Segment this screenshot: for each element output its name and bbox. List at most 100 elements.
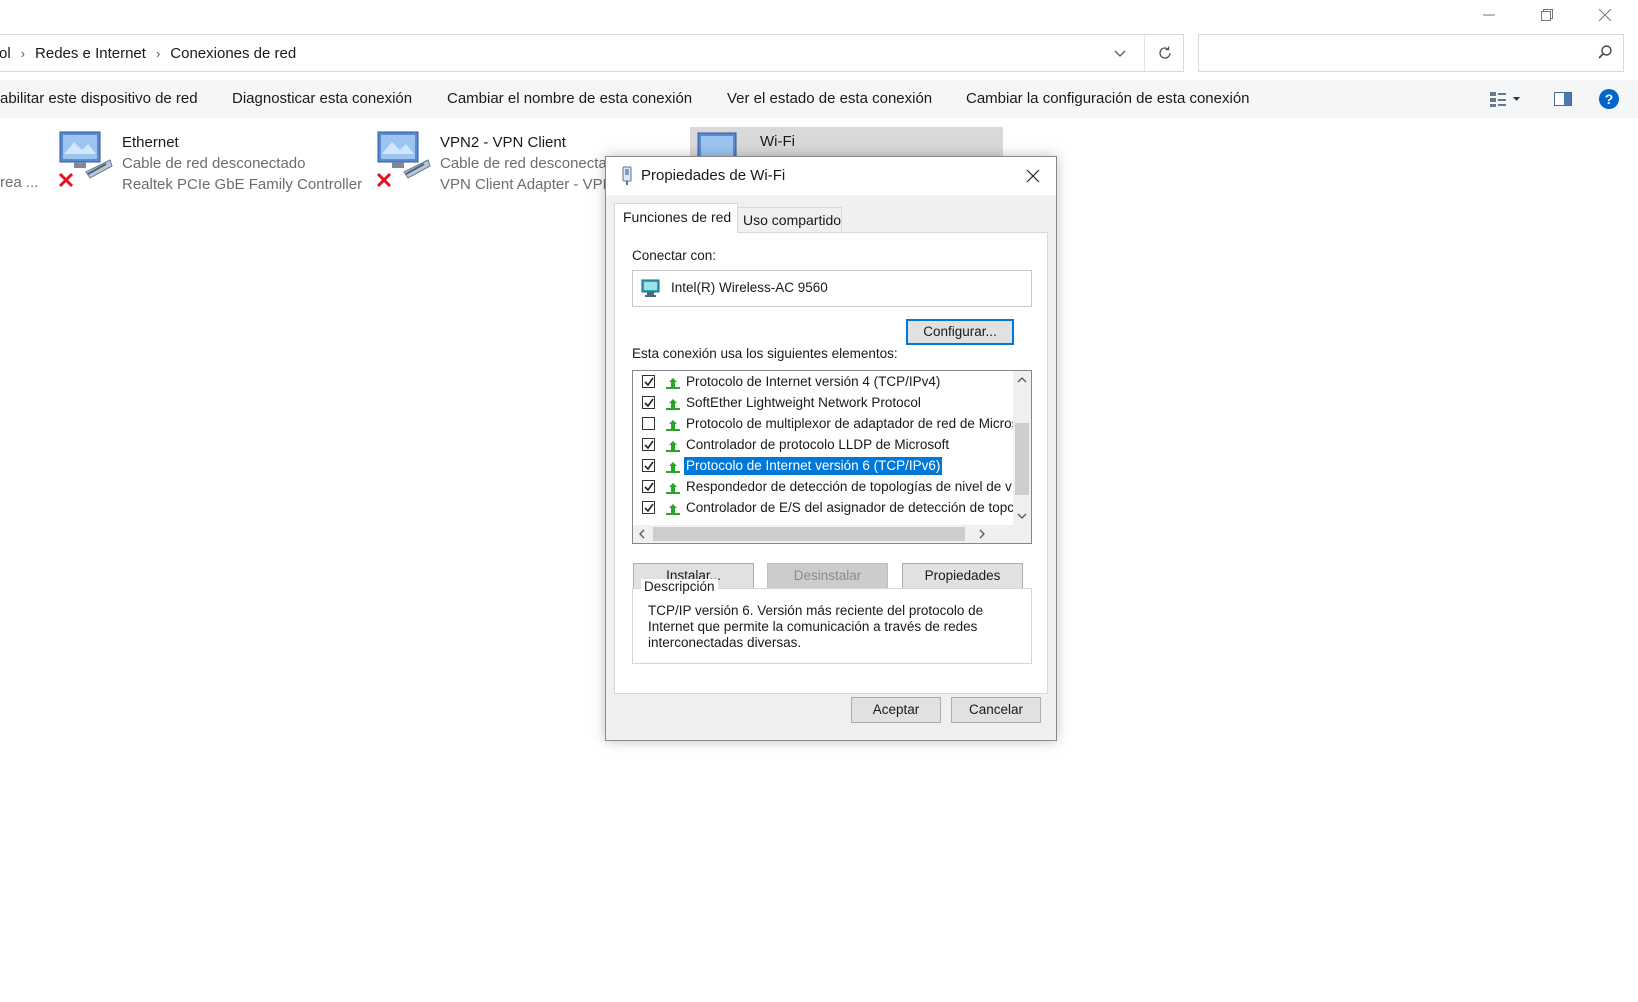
list-item[interactable]: Controlador de protocolo LLDP de Microso… bbox=[633, 435, 1013, 455]
scroll-down-button[interactable] bbox=[1013, 507, 1031, 525]
dialog-title: Propiedades de Wi-Fi bbox=[641, 167, 786, 184]
checkmark-icon bbox=[643, 482, 654, 491]
list-item[interactable]: Protocolo de multiplexor de adaptador de… bbox=[633, 414, 1018, 434]
horizontal-scrollbar[interactable] bbox=[633, 525, 1031, 543]
connection-device: VPN Client Adapter - VPN bbox=[440, 176, 614, 193]
breadcrumb-item-control-panel[interactable]: ol bbox=[0, 45, 17, 62]
list-item-label: Protocolo de Internet versión 6 (TCP/IPv… bbox=[684, 457, 943, 475]
close-window-button[interactable] bbox=[1582, 0, 1628, 30]
list-item[interactable]: SoftEther Lightweight Network Protocol bbox=[633, 393, 1013, 413]
components-list[interactable]: Protocolo de Internet versión 4 (TCP/IPv… bbox=[632, 370, 1032, 544]
svg-text:?: ? bbox=[1605, 91, 1614, 107]
list-item[interactable]: Respondedor de detección de topologías d… bbox=[633, 477, 1013, 497]
connection-status: Cable de red desconecta bbox=[440, 155, 607, 172]
item-checkbox[interactable] bbox=[642, 501, 655, 514]
breadcrumb: ol › Redes e Internet › Conexiones de re… bbox=[0, 35, 302, 71]
scroll-right-button[interactable] bbox=[973, 525, 991, 543]
breadcrumb-item-network-internet[interactable]: Redes e Internet bbox=[29, 45, 152, 62]
refresh-button[interactable] bbox=[1144, 35, 1185, 71]
connection-name: Ethernet bbox=[122, 134, 179, 151]
horizontal-scroll-thumb[interactable] bbox=[653, 527, 965, 541]
scroll-up-button[interactable] bbox=[1013, 371, 1031, 389]
item-checkbox[interactable] bbox=[642, 375, 655, 388]
chevron-right-icon[interactable]: › bbox=[17, 46, 29, 61]
list-item[interactable]: Protocolo de Internet versión 6 (TCP/IPv… bbox=[633, 456, 1013, 476]
list-item-label: Protocolo de Internet versión 4 (TCP/IPv… bbox=[686, 374, 941, 389]
checkmark-icon bbox=[643, 398, 654, 407]
list-item-label: Protocolo de multiplexor de adaptador de… bbox=[686, 416, 1019, 431]
view-options-icon bbox=[1490, 92, 1520, 107]
chevron-right-icon[interactable]: › bbox=[152, 46, 164, 61]
address-history-button[interactable] bbox=[1107, 43, 1133, 65]
disable-device-command[interactable]: abilitar este dispositivo de red bbox=[0, 80, 198, 118]
restore-button[interactable] bbox=[1524, 0, 1570, 30]
chevron-left-icon bbox=[639, 529, 645, 539]
properties-button[interactable]: Propiedades bbox=[902, 563, 1023, 589]
change-settings-command[interactable]: Cambiar la configuración de esta conexió… bbox=[966, 80, 1250, 118]
items-label: Esta conexión usa los siguientes element… bbox=[632, 346, 898, 361]
vertical-scroll-thumb[interactable] bbox=[1015, 423, 1029, 495]
connection-vpn2[interactable]: VPN2 - VPN Client Cable de red desconect… bbox=[376, 128, 613, 198]
checkmark-icon bbox=[643, 377, 654, 386]
help-button[interactable]: ? bbox=[1594, 80, 1624, 118]
wifi-properties-dialog: Propiedades de Wi-Fi Funciones de red Us… bbox=[605, 156, 1057, 741]
title-bar bbox=[0, 0, 1638, 30]
connection-name: VPN2 - VPN Client bbox=[440, 134, 566, 151]
item-checkbox[interactable] bbox=[642, 459, 655, 472]
adapter-name: Intel(R) Wireless-AC 9560 bbox=[671, 280, 828, 295]
refresh-icon bbox=[1159, 46, 1171, 59]
description-text: TCP/IP versión 6. Versión más reciente d… bbox=[648, 603, 984, 650]
connection-ethernet[interactable]: Ethernet Cable de red desconectado Realt… bbox=[58, 128, 368, 198]
connection-name: Wi-Fi bbox=[760, 133, 795, 150]
ok-button[interactable]: Aceptar bbox=[851, 697, 941, 723]
adapter-field: Intel(R) Wireless-AC 9560 bbox=[632, 270, 1032, 307]
vertical-scrollbar[interactable] bbox=[1013, 371, 1031, 525]
chevron-down-icon bbox=[1114, 50, 1126, 57]
chevron-down-icon bbox=[1017, 513, 1027, 519]
minimize-button[interactable] bbox=[1466, 0, 1512, 30]
search-icon[interactable] bbox=[1597, 44, 1613, 65]
item-checkbox[interactable] bbox=[642, 396, 655, 409]
connect-using-label: Conectar con: bbox=[632, 248, 717, 263]
list-item[interactable]: Protocolo de Internet versión 4 (TCP/IPv… bbox=[633, 372, 1013, 392]
disconnected-x-icon bbox=[58, 172, 74, 188]
preview-pane-icon bbox=[1554, 92, 1572, 106]
checkmark-icon bbox=[643, 440, 654, 449]
uninstall-button: Desinstalar bbox=[767, 563, 888, 589]
disconnected-x-icon bbox=[376, 172, 392, 188]
checkmark-icon bbox=[643, 461, 654, 470]
configure-button[interactable]: Configurar... bbox=[906, 319, 1014, 345]
search-input[interactable] bbox=[1198, 34, 1624, 72]
view-status-command[interactable]: Ver el estado de esta conexión bbox=[727, 80, 932, 118]
restore-icon bbox=[1541, 9, 1553, 21]
minimize-icon bbox=[1483, 14, 1495, 16]
list-item-label: Controlador de protocolo LLDP de Microso… bbox=[686, 437, 950, 452]
item-checkbox[interactable] bbox=[642, 480, 655, 493]
diagnose-connection-command[interactable]: Diagnosticar esta conexión bbox=[232, 80, 412, 118]
item-checkbox[interactable] bbox=[642, 438, 655, 451]
cancel-button[interactable]: Cancelar bbox=[951, 697, 1041, 723]
connection-device: Realtek PCIe GbE Family Controller bbox=[122, 176, 363, 193]
checkmark-icon bbox=[643, 503, 654, 512]
command-bar: abilitar este dispositivo de red Diagnos… bbox=[0, 80, 1638, 118]
tab-networking[interactable]: Funciones de red bbox=[614, 203, 738, 233]
close-icon bbox=[1026, 169, 1040, 183]
item-checkbox[interactable] bbox=[642, 417, 655, 430]
chevron-up-icon bbox=[1017, 377, 1027, 383]
list-item-label: Controlador de E/S del asignador de dete… bbox=[686, 500, 1014, 515]
dialog-close-button[interactable] bbox=[1018, 163, 1048, 189]
rename-connection-command[interactable]: Cambiar el nombre de esta conexión bbox=[447, 80, 692, 118]
tab-sharing[interactable]: Uso compartido bbox=[738, 207, 842, 233]
chevron-right-icon bbox=[979, 529, 985, 539]
scroll-left-button[interactable] bbox=[633, 525, 651, 543]
breadcrumb-item-network-connections[interactable]: Conexiones de red bbox=[164, 45, 302, 62]
list-item[interactable]: Controlador de E/S del asignador de dete… bbox=[633, 498, 1014, 518]
address-bar[interactable]: ol › Redes e Internet › Conexiones de re… bbox=[0, 34, 1184, 72]
list-item-label: Respondedor de detección de topologías d… bbox=[686, 479, 1012, 494]
close-icon bbox=[1599, 9, 1611, 21]
wifi-properties-icon bbox=[622, 166, 632, 185]
view-options-button[interactable] bbox=[1482, 80, 1530, 118]
list-item-label: SoftEther Lightweight Network Protocol bbox=[686, 395, 921, 410]
network-adapter-icon bbox=[641, 279, 660, 297]
preview-pane-button[interactable] bbox=[1548, 80, 1578, 118]
